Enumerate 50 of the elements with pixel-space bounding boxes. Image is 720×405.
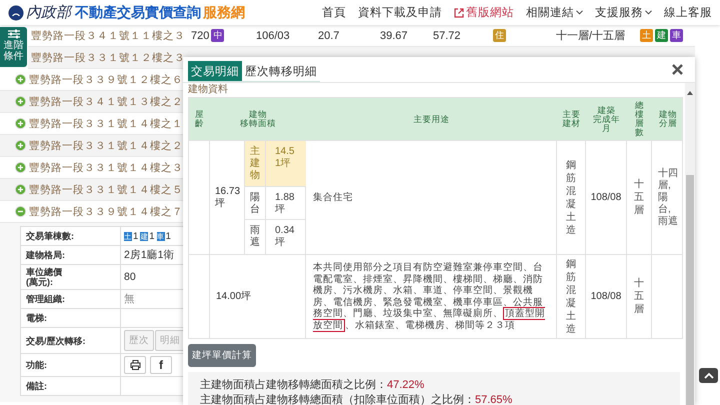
- column-header: 總 樓 層 數: [634, 99, 645, 139]
- table-cell: 20.7: [318, 30, 340, 42]
- count-value: 1: [166, 230, 171, 242]
- tag: 建: [655, 29, 668, 42]
- table-cell: 108/08: [590, 291, 622, 302]
- field-value: 無: [124, 292, 135, 306]
- tag: 土: [640, 29, 653, 42]
- ratio-text: 主建物面積占建物移轉總面積之比例：47.22%: [200, 378, 426, 393]
- field-value: 2房1廳1衛: [124, 248, 175, 262]
- column-header: 主要用途: [412, 112, 450, 126]
- field-label: 交易筆棟數:: [21, 227, 121, 245]
- field-label: 建物格局:: [21, 246, 121, 264]
- column-header: 主要 建材: [562, 108, 582, 130]
- field-label: 備註:: [21, 377, 121, 395]
- field-label: 電梯:: [21, 309, 121, 327]
- table-cell: 十五層: [634, 277, 644, 316]
- table-cell: 720: [191, 30, 210, 42]
- table-cell: 57.72: [433, 30, 461, 42]
- field-value: 80: [124, 271, 136, 283]
- field-label: 管理組織:: [21, 290, 121, 308]
- tag: 中: [211, 29, 224, 42]
- tag: 住: [493, 29, 506, 42]
- field-label: 車位總價 (萬元):: [21, 265, 121, 289]
- table-cell: 十四層,陽台,雨遮: [658, 168, 678, 228]
- column-header: 建物 分層: [658, 108, 678, 130]
- ministry-name: 內政部: [26, 4, 71, 22]
- column-header: 屋 齡: [194, 108, 205, 130]
- table-cell: 14.00坪: [216, 290, 252, 302]
- section-title: 建物資料: [188, 84, 229, 96]
- table-cell: 十五層: [634, 178, 644, 217]
- table-cell: 鋼筋混凝土造: [566, 258, 576, 336]
- table-cell: 集合住宅: [313, 192, 353, 204]
- field-label: 交易/歷次轉移:: [21, 328, 121, 353]
- field-label: 功能:: [21, 354, 121, 376]
- table-cell: 106/03: [256, 30, 290, 42]
- column-header: 建築 完成年 月: [592, 104, 621, 134]
- column-header: 建物 移轉面積: [239, 108, 277, 130]
- table-cell-text: 本共同使用部分之項目有防空避難室兼停車空間、台電配電室、排煙室、昇降機間、樓梯間、梯廳、消防機房、污水機房、水箱、車道、停車空間、景觀機房、電信機房、緊急發電機室、機車停車區、公共服務空間、門廳、垃圾集中室、無障礙廁所、 頂蓋型開放空間 、水箱錶室、電梯機房、梯間等２３項: [313, 262, 546, 331]
- table-cell-text: 十一層/十五層: [556, 29, 626, 43]
- table-cell: 鋼筋混凝土造: [566, 158, 576, 236]
- table-cell: 108/08: [590, 192, 622, 203]
- table-cell: 39.67: [380, 30, 408, 42]
- tag: 車: [670, 29, 683, 42]
- count-value: 1: [133, 230, 138, 242]
- count-value: 1: [149, 230, 155, 242]
- ratio-text: 主建物面積占建物移轉總面積（扣除車位面積）之比例：57.65%: [200, 393, 514, 405]
- area-part: 陽台 1.88坪: [245, 187, 306, 220]
- area-part: 主建物 14.51坪: [245, 141, 306, 187]
- table-cell-text: 16.73坪: [215, 186, 242, 210]
- area-part: 雨遮 0.34坪: [245, 220, 306, 254]
